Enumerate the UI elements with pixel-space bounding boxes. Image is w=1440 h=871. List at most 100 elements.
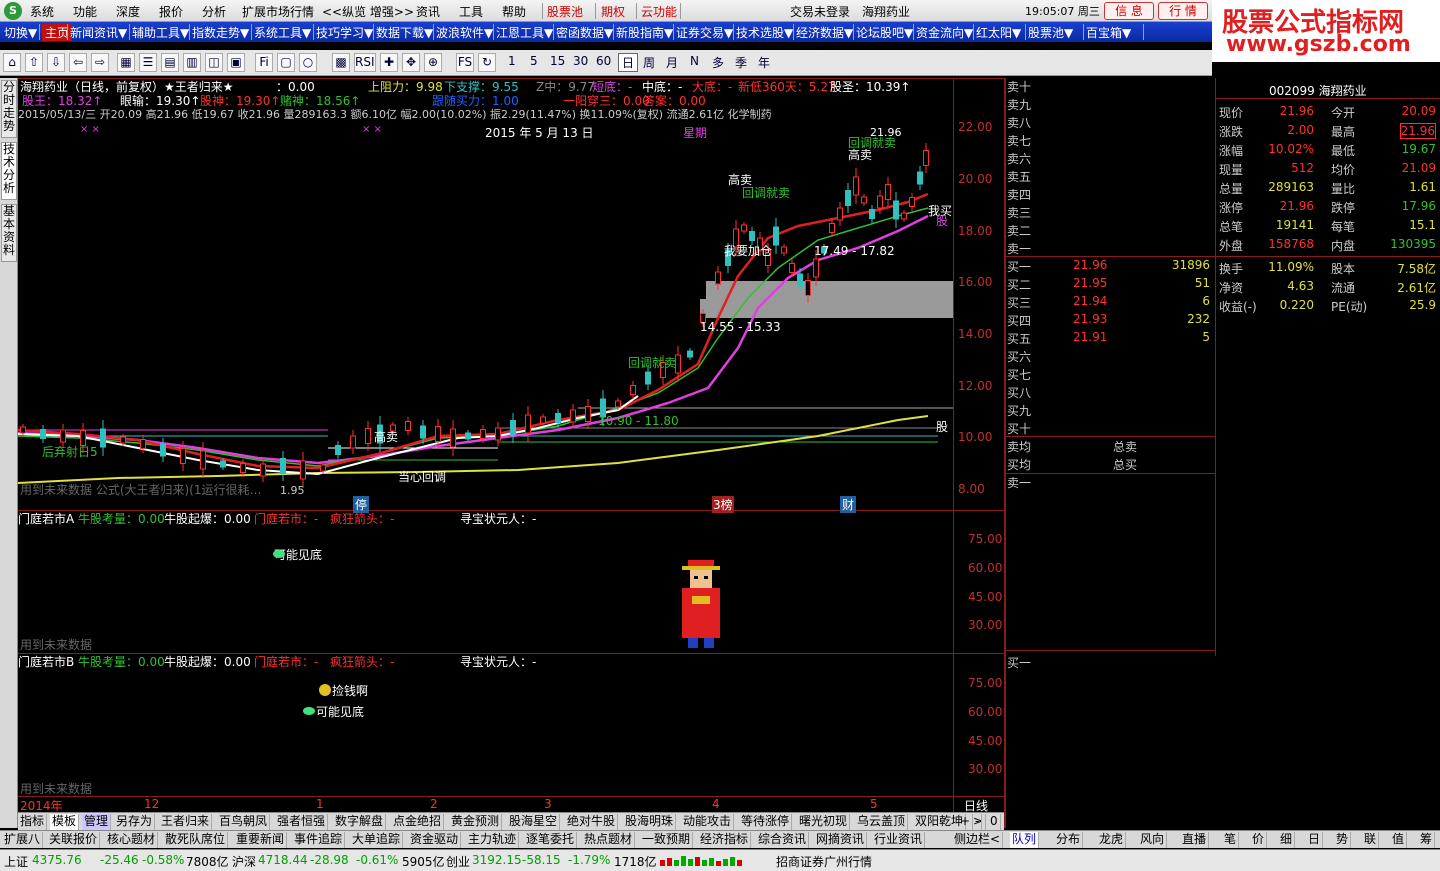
menu-options[interactable]: 期权 [601, 3, 625, 20]
cross-icon[interactable]: ✚ [380, 53, 398, 72]
quote-side-tab[interactable]: 价 [1250, 832, 1268, 848]
nav-item[interactable]: 技巧学习▼ [316, 24, 373, 41]
info-tab[interactable]: 行业资讯 [872, 832, 926, 848]
indicator-tab[interactable]: 王者归来 [159, 814, 213, 830]
indicator-tab-ctrl[interactable]: - [973, 814, 983, 830]
info-tab[interactable]: 事件追踪 [292, 832, 346, 848]
nav-item[interactable]: 红太阳▼ [976, 24, 1021, 41]
period-month[interactable]: 月 [666, 54, 678, 71]
period-week[interactable]: 周 [643, 54, 655, 71]
buy-price[interactable]: 21.93 [1073, 312, 1107, 326]
nav-item[interactable]: 论坛股吧▼ [856, 24, 913, 41]
nav-item[interactable]: 百宝箱▼ [1086, 24, 1131, 41]
table-icon[interactable]: ▤ [161, 53, 179, 72]
buy-price[interactable]: 21.94 [1073, 294, 1107, 308]
export-icon[interactable]: ▢ [277, 53, 295, 72]
menu-depth[interactable]: 深度 [116, 3, 140, 20]
sh-index-value[interactable]: 4375.76 [32, 853, 82, 867]
period-year[interactable]: 年 [758, 54, 770, 71]
indicator-tab[interactable]: 曙光初现 [797, 814, 851, 830]
quote-side-tab[interactable]: 直播 [1180, 832, 1210, 848]
indicator-tab[interactable]: 股海星空 [507, 814, 561, 830]
trade-status[interactable]: 交易未登录 [790, 3, 850, 20]
indicator-tab[interactable]: 管理 [82, 814, 112, 830]
refresh-icon[interactable]: ↻ [478, 53, 496, 72]
list-icon[interactable]: ☰ [139, 53, 157, 72]
indicator-tab[interactable]: 点金绝招 [391, 814, 445, 830]
info-tab[interactable]: 经济指标 [698, 832, 752, 848]
indicator-tab[interactable]: 动能攻击 [681, 814, 735, 830]
info-tab[interactable]: 资金驱动 [408, 832, 462, 848]
indicator-tab[interactable]: 数字解盘 [333, 814, 387, 830]
info-tab[interactable]: 逐笔委托 [524, 832, 578, 848]
indicator-tab[interactable]: 指标 [18, 814, 48, 830]
quote-side-tab[interactable]: 势 [1334, 832, 1352, 848]
buy-price[interactable]: 21.91 [1073, 330, 1107, 344]
quote-side-tab[interactable]: 队列 [1010, 832, 1040, 848]
period-quarter[interactable]: 季 [735, 54, 747, 71]
period-1[interactable]: 1 [508, 54, 516, 68]
quote-side-tab[interactable]: 筹 [1418, 832, 1436, 848]
menu-help[interactable]: 帮助 [502, 3, 526, 20]
down-arrow-icon[interactable]: ⇩ [47, 53, 65, 72]
nav-item[interactable]: 股票池▼ [1028, 24, 1073, 41]
info-tab[interactable]: 核心题材 [105, 832, 159, 848]
info-tab[interactable]: 热点题材 [582, 832, 636, 848]
period-60[interactable]: 60 [596, 54, 611, 68]
kline-icon[interactable]: ▩ [332, 53, 350, 72]
compare-icon[interactable]: ◫ [205, 53, 223, 72]
menu-system[interactable]: 系统 [30, 3, 54, 20]
nav-item[interactable]: 指数走势▼ [192, 24, 249, 41]
rsi-button[interactable]: RSI [354, 53, 376, 72]
quote-side-tab[interactable]: 联 [1362, 832, 1380, 848]
info-tab[interactable]: 一致预期 [640, 832, 694, 848]
indicator-tab[interactable]: 等待涨停 [739, 814, 793, 830]
nav-item[interactable]: 证券交易▼ [676, 24, 733, 41]
menu-news[interactable]: 资讯 [416, 3, 440, 20]
chart-area[interactable]: 海翔药业（日线，前复权）★王者归来★ ：0.00 上阻力：9.98 下支撑：9.… [18, 78, 1004, 813]
tab-fundamental[interactable]: 基本资料 [1, 204, 17, 262]
nav-item[interactable]: 数据下载▼ [376, 24, 433, 41]
nav-item[interactable]: 切换▼ [4, 24, 37, 41]
menu-quote[interactable]: 报价 [159, 3, 183, 20]
quote-side-tab[interactable]: 龙虎 [1097, 832, 1127, 848]
hs-index-value[interactable]: 4718.44 [258, 853, 308, 867]
nav-item[interactable]: 密函数据▼ [556, 24, 613, 41]
info-tab[interactable]: 散死队席位 [163, 832, 229, 848]
move-icon[interactable]: ✥ [402, 53, 420, 72]
buy-price[interactable]: 21.96 [1073, 258, 1107, 272]
tab-intraday[interactable]: 分时走势 [1, 80, 17, 138]
indicator-tab[interactable]: 股海明珠 [623, 814, 677, 830]
nav-item[interactable]: 辅助工具▼ [132, 24, 189, 41]
formula-icon[interactable]: Fi [255, 53, 273, 72]
nav-item[interactable]: 波浪软件▼ [436, 24, 493, 41]
chart-icon[interactable]: ▥ [183, 53, 201, 72]
menu-cloud[interactable]: 云功能 [641, 3, 677, 20]
indicator-tab-ctrl[interactable]: + [958, 814, 974, 830]
info-tab[interactable]: 扩展八 [2, 832, 44, 848]
home-icon[interactable]: ⌂ [3, 53, 21, 72]
period-5[interactable]: 5 [530, 54, 538, 68]
indicator-tab[interactable]: 强者恒强 [275, 814, 329, 830]
nav-item[interactable]: 技术选股▼ [736, 24, 793, 41]
menu-function[interactable]: 功能 [73, 3, 97, 20]
menu-ext-market[interactable]: 扩展市场行情 [242, 3, 314, 20]
menu-overview[interactable]: <<纵览 增强>> [322, 3, 414, 20]
nav-item[interactable]: 江恩工具▼ [496, 24, 553, 41]
rank-marker[interactable]: 3榜 [712, 496, 734, 513]
quote-side-tab[interactable]: 值 [1390, 832, 1408, 848]
quote-side-tab[interactable]: 细 [1278, 832, 1296, 848]
period-day[interactable]: 日 [618, 53, 639, 72]
window-icon[interactable]: ▣ [227, 53, 245, 72]
nav-item[interactable]: 经济数据▼ [796, 24, 853, 41]
nav-item[interactable]: 新闻资讯▼ [70, 24, 127, 41]
info-tab[interactable]: 关联报价 [47, 832, 101, 848]
market-button[interactable]: 行 情 [1158, 2, 1208, 20]
quote-side-tab[interactable]: 笔 [1222, 832, 1240, 848]
indicator-tab[interactable]: 模板 [50, 814, 80, 830]
indicator-tab-ctrl[interactable]: 0 [988, 814, 1001, 830]
menu-stock-pool[interactable]: 股票池 [547, 3, 583, 20]
info-tab[interactable]: 大单追踪 [350, 832, 404, 848]
info-tab[interactable]: 主力轨迹 [466, 832, 520, 848]
price-chart[interactable] [18, 118, 953, 508]
